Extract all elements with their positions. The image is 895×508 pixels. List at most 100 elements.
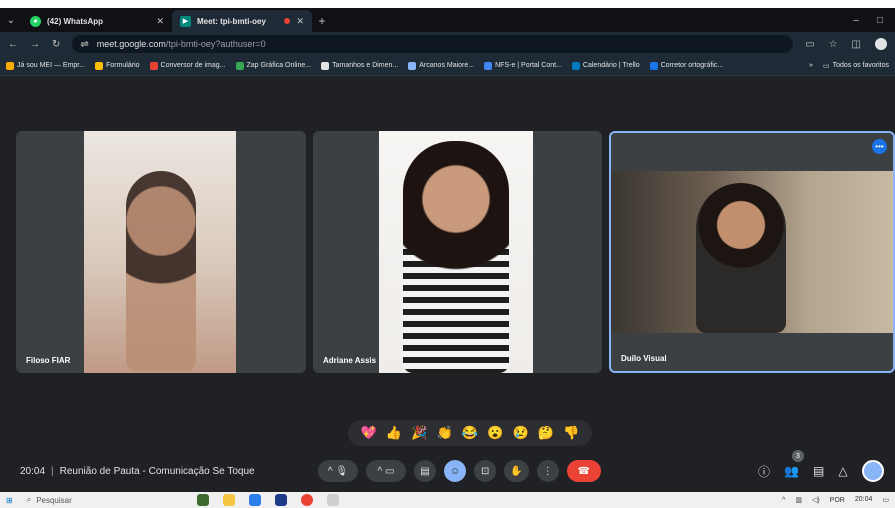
maximize-button[interactable]: □ — [877, 15, 883, 26]
reaction-laugh-icon[interactable]: 😂 — [462, 425, 478, 441]
notifications-icon[interactable]: ▭ — [882, 496, 889, 504]
meeting-info: 20:04 | Reunião de Pauta - Comunicação S… — [20, 466, 255, 477]
meeting-details-icon[interactable]: ⓘ — [758, 463, 770, 480]
bookmark-label: Arcanos Maiore... — [419, 62, 475, 69]
tab-meet[interactable]: ▶ Meet: tpi-bmti-oey ✕ — [172, 10, 312, 32]
bookmark-label: Zap Gráfica Online... — [246, 62, 312, 69]
meeting-time: 20:04 — [20, 465, 46, 477]
bookmark-star-icon[interactable]: ☆ — [829, 39, 838, 50]
reaction-sad-icon[interactable]: 😢 — [513, 425, 529, 441]
present-button[interactable]: ⊡ — [474, 460, 497, 482]
omnibox[interactable]: ⇌ meet.google.com/tpi-bmti-oey?authuser=… — [72, 35, 794, 53]
bookmark-label: Tamanhos e Dimen... — [332, 62, 399, 69]
tab-whatsapp[interactable]: ● (42) WhatsApp ✕ — [22, 10, 172, 32]
camera-icon: ▭ — [385, 465, 395, 477]
tab-title: (42) WhatsApp — [47, 16, 103, 26]
people-icon[interactable]: 👥 — [784, 464, 799, 478]
file-explorer-icon[interactable] — [222, 494, 235, 506]
reaction-thinking-icon[interactable]: 🤔 — [538, 425, 554, 441]
forward-icon[interactable]: → — [30, 39, 40, 50]
bookmark-item[interactable]: Formulário — [95, 61, 140, 70]
url-text[interactable]: meet.google.com/tpi-bmti-oey?authuser=0 — [97, 39, 266, 49]
people-count-badge: 3 — [792, 450, 804, 462]
tray-overflow-icon[interactable]: ^ — [782, 497, 785, 504]
language-indicator[interactable]: POR — [830, 497, 845, 504]
activities-icon[interactable]: △ — [838, 464, 847, 478]
tab-search-icon[interactable]: ⌄ — [0, 8, 22, 32]
bookmark-icon — [484, 61, 493, 70]
participant-figure — [696, 183, 786, 333]
bookmark-label: Conversor de imag... — [160, 62, 226, 69]
reaction-thumbs-down-icon[interactable]: 👎 — [563, 425, 579, 441]
bookmarks-overflow-button[interactable]: » — [809, 62, 813, 70]
participant-tile-filoso[interactable]: Filoso FIAR — [16, 131, 306, 373]
chrome-icon[interactable] — [300, 494, 313, 506]
participant-name: Filoso FIAR — [26, 356, 71, 365]
participant-name: Duílo Visual — [621, 354, 667, 363]
search-icon: ⌕ — [26, 495, 32, 504]
toolbar-icons: ▭ ☆ ◫ — [805, 38, 887, 50]
call-controls: ^ 🎙 ^ ▭ ▤ ☺ ⊡ ✋ ⋮ ☎ — [318, 460, 601, 482]
captions-button[interactable]: ▤ — [414, 460, 436, 482]
reaction-heart-icon[interactable]: 💖 — [361, 425, 377, 441]
bookmark-icon — [408, 61, 417, 70]
bookmark-label: Já sou MEI — Empr... — [17, 62, 86, 69]
hand-icon: ✋ — [510, 465, 523, 477]
more-options-icon[interactable]: ••• — [872, 139, 887, 154]
extensions-icon[interactable]: ◫ — [852, 39, 861, 50]
top-strip — [0, 0, 895, 8]
bookmark-icon — [321, 61, 330, 70]
taskbar-clock[interactable]: 20:04 — [855, 496, 873, 504]
participant-tile-duilo[interactable]: ••• Duílo Visual — [609, 131, 895, 373]
reload-icon[interactable]: ↻ — [52, 39, 60, 50]
bookmark-item[interactable]: Conversor de imag... — [149, 61, 226, 70]
self-avatar[interactable] — [861, 460, 884, 482]
participant-tile-adriane[interactable]: Adriane Assis — [313, 131, 602, 373]
reaction-thumbs-up-icon[interactable]: 👍 — [386, 425, 402, 441]
bookmark-item[interactable]: Tamanhos e Dimen... — [321, 61, 399, 70]
chat-icon[interactable]: ▤ — [813, 464, 824, 478]
profile-avatar[interactable] — [875, 38, 887, 50]
volume-icon[interactable]: ◁) — [812, 496, 820, 504]
all-bookmarks-folder[interactable]: ▭ Todos os favoritos — [823, 62, 889, 70]
bookmark-item[interactable]: Calendário | Trello — [571, 61, 640, 70]
taskbar-search[interactable]: ⌕ Pesquisar — [27, 493, 157, 507]
more-options-button[interactable]: ⋮ — [536, 460, 559, 482]
bookmark-item[interactable]: Já sou MEI — Empr... — [6, 61, 86, 70]
bookmark-item[interactable]: Arcanos Maiore... — [408, 61, 475, 70]
app-icon[interactable] — [274, 494, 287, 506]
end-call-button[interactable]: ☎ — [566, 460, 601, 482]
app-icon[interactable] — [326, 494, 339, 506]
windows-start-icon[interactable]: ⊞ — [6, 496, 13, 505]
window-controls: – □ — [853, 15, 895, 32]
all-bookmarks-label: Todos os favoritos — [832, 62, 889, 69]
bookmark-item[interactable]: Zap Gráfica Online... — [235, 61, 312, 70]
microphone-button[interactable]: ^ 🎙 — [318, 460, 358, 482]
network-icon[interactable]: ▥ — [795, 496, 802, 504]
close-icon[interactable]: ✕ — [156, 16, 164, 27]
site-settings-icon[interactable]: ⇌ — [80, 39, 88, 50]
widgets-icon[interactable] — [196, 494, 209, 506]
participant-name: Adriane Assis — [323, 356, 377, 365]
app-icon[interactable] — [248, 494, 261, 506]
cast-icon[interactable]: ▭ — [805, 39, 814, 50]
minimize-button[interactable]: – — [853, 15, 859, 26]
back-icon[interactable]: ← — [8, 39, 18, 50]
reaction-surprised-icon[interactable]: 😮 — [487, 425, 503, 441]
reaction-party-icon[interactable]: 🎉 — [411, 425, 427, 441]
meeting-controls-bar: 20:04 | Reunião de Pauta - Comunicação S… — [0, 452, 895, 490]
bookmark-label: NFS-e | Portal Cont... — [495, 62, 562, 69]
chevron-up-icon: ^ — [377, 465, 383, 477]
bookmark-item[interactable]: Corretor ortográfic... — [649, 61, 723, 70]
new-tab-button[interactable]: + — [312, 10, 332, 32]
raise-hand-button[interactable]: ✋ — [504, 460, 529, 482]
reaction-clap-icon[interactable]: 👏 — [437, 425, 453, 441]
reactions-button[interactable]: ☺ — [444, 460, 467, 482]
tab-title: Meet: tpi-bmti-oey — [197, 16, 266, 26]
close-icon[interactable]: ✕ — [296, 16, 304, 27]
bookmark-item[interactable]: NFS-e | Portal Cont... — [484, 61, 562, 70]
camera-button[interactable]: ^ ▭ — [366, 460, 406, 482]
bookmark-icon — [235, 61, 244, 70]
meeting-title: Reunião de Pauta - Comunicação Se Toque — [59, 465, 255, 477]
browser-tab-bar: ⌄ ● (42) WhatsApp ✕ ▶ Meet: tpi-bmti-oey… — [0, 8, 895, 32]
